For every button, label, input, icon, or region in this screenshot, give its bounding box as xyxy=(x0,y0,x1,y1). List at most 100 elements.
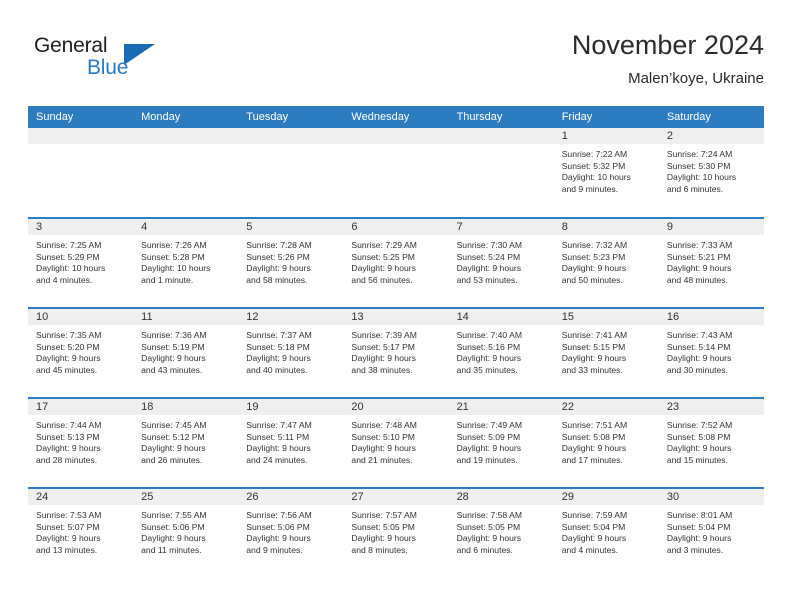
calendar-day-cell[interactable]: 27 Sunrise: 7:57 AM Sunset: 5:05 PM Dayligh… xyxy=(343,487,449,578)
calendar-day-cell[interactable]: 4 Sunrise: 7:26 AM Sunset: 5:28 PM Daylight… xyxy=(133,217,239,308)
day-number: 29 xyxy=(553,489,659,505)
day-sunset-line: Sunset: 5:18 PM xyxy=(246,341,310,352)
day-number: 21 xyxy=(448,399,554,415)
calendar-day-cell[interactable]: 7 Sunrise: 7:30 AM Sunset: 5:24 PM Daylight… xyxy=(448,217,554,308)
calendar-day-cell[interactable]: 26 Sunrise: 7:56 AM Sunset: 5:06 PM Dayligh… xyxy=(238,487,344,578)
calendar-day-cell[interactable]: 2 Sunrise: 7:24 AM Sunset: 5:30 PM Daylight… xyxy=(658,128,764,218)
calendar-day-cell[interactable]: 20 Sunrise: 7:48 AM Sunset: 5:10 PM Dayligh… xyxy=(343,397,449,488)
day-sunrise-line: Sunrise: 7:26 AM xyxy=(141,240,207,250)
day-sunrise-line: Sunrise: 7:44 AM xyxy=(36,420,102,430)
day-number xyxy=(448,128,554,144)
calendar-day-cell[interactable]: 6 Sunrise: 7:29 AM Sunset: 5:25 PM Daylight… xyxy=(343,217,449,308)
day-daylight-line: and 35 minutes. xyxy=(456,364,518,375)
day-details: Sunrise: 7:41 AM Sunset: 5:15 PM Daylight:… xyxy=(554,325,659,376)
calendar-day-cell[interactable]: 12 Sunrise: 7:37 AM Sunset: 5:18 PM Dayligh… xyxy=(238,307,344,398)
day-daylight-line: and 30 minutes. xyxy=(666,364,728,375)
day-number xyxy=(343,128,449,144)
calendar-day-cell[interactable]: 19 Sunrise: 7:47 AM Sunset: 5:11 PM Dayligh… xyxy=(238,397,344,488)
day-sunset-line: Sunset: 5:06 PM xyxy=(141,521,205,532)
day-daylight-line: Daylight: 9 hours xyxy=(141,533,206,544)
day-number: 23 xyxy=(658,399,764,415)
day-daylight-line: Daylight: 9 hours xyxy=(456,353,522,364)
day-number: 17 xyxy=(28,399,134,415)
day-daylight-line: and 43 minutes. xyxy=(141,364,203,375)
day-sunrise-line: Sunrise: 7:33 AM xyxy=(666,240,733,250)
calendar-day-cell[interactable]: 1 Sunrise: 7:22 AM Sunset: 5:32 PM Daylight… xyxy=(553,128,659,218)
day-sunrise-line: Sunrise: 7:35 AM xyxy=(36,330,102,340)
day-daylight-line: and 9 minutes. xyxy=(561,183,619,194)
day-sunrise-line: Sunrise: 7:43 AM xyxy=(666,330,733,340)
calendar-day-cell[interactable]: 5 Sunrise: 7:28 AM Sunset: 5:26 PM Daylight… xyxy=(238,217,344,308)
day-sunset-line: Sunset: 5:26 PM xyxy=(246,251,310,262)
calendar-day-cell[interactable]: 15 Sunrise: 7:41 AM Sunset: 5:15 PM Dayligh… xyxy=(553,307,659,398)
day-number: 9 xyxy=(658,219,764,235)
day-daylight-line: and 21 minutes. xyxy=(351,454,413,465)
day-details: Sunrise: 7:45 AM Sunset: 5:12 PM Daylight:… xyxy=(133,415,238,466)
day-sunset-line: Sunset: 5:05 PM xyxy=(456,521,521,532)
day-details: Sunrise: 7:29 AM Sunset: 5:25 PM Daylight:… xyxy=(343,235,448,286)
day-details: Sunrise: 8:01 AM Sunset: 5:04 PM Daylight:… xyxy=(659,505,764,556)
calendar-day-cell[interactable]: 29 Sunrise: 7:59 AM Sunset: 5:04 PM Dayligh… xyxy=(553,487,659,578)
day-sunrise-line: Sunrise: 7:28 AM xyxy=(246,240,312,250)
general-blue-logo[interactable]: General Blue xyxy=(28,34,218,90)
day-sunset-line: Sunset: 5:12 PM xyxy=(141,431,205,442)
day-daylight-line: Daylight: 9 hours xyxy=(246,353,311,364)
calendar-header-row: Sunday Monday Tuesday Wednesday Thursday Frid… xyxy=(28,106,764,128)
day-sunset-line: Sunset: 5:08 PM xyxy=(561,431,626,442)
calendar-day-cell[interactable]: 10 Sunrise: 7:35 AM Sunset: 5:20 PM Dayligh… xyxy=(28,307,134,398)
calendar-day-cell[interactable]: 17 Sunrise: 7:44 AM Sunset: 5:13 PM Dayligh… xyxy=(28,397,134,488)
calendar-day-cell[interactable]: 16 Sunrise: 7:43 AM Sunset: 5:14 PM Dayligh… xyxy=(658,307,764,398)
calendar-day-cell[interactable]: 11 Sunrise: 7:36 AM Sunset: 5:19 PM Dayligh… xyxy=(133,307,239,398)
day-number: 12 xyxy=(238,309,344,325)
day-daylight-line: Daylight: 9 hours xyxy=(666,263,732,274)
day-details: Sunrise: 7:44 AM Sunset: 5:13 PM Daylight:… xyxy=(28,415,133,466)
calendar-day-cell[interactable]: 23 Sunrise: 7:52 AM Sunset: 5:08 PM Dayligh… xyxy=(658,397,764,488)
day-daylight-line: Daylight: 9 hours xyxy=(561,533,627,544)
day-number: 7 xyxy=(448,219,554,235)
day-daylight-line: and 8 minutes. xyxy=(351,544,408,555)
day-daylight-line: Daylight: 9 hours xyxy=(36,533,101,544)
day-daylight-line: Daylight: 9 hours xyxy=(456,443,522,454)
calendar-day-cell[interactable]: 9 Sunrise: 7:33 AM Sunset: 5:21 PM Daylight… xyxy=(658,217,764,308)
calendar-week-row: 17 Sunrise: 7:44 AM Sunset: 5:13 PM Dayligh… xyxy=(28,397,764,488)
calendar-week-row: 10 Sunrise: 7:35 AM Sunset: 5:20 PM Dayligh… xyxy=(28,307,764,398)
calendar-day-cell-empty xyxy=(343,128,449,218)
day-daylight-line: and 11 minutes. xyxy=(141,544,202,555)
day-sunrise-line: Sunrise: 7:45 AM xyxy=(141,420,207,430)
calendar-day-cell[interactable]: 14 Sunrise: 7:40 AM Sunset: 5:16 PM Dayligh… xyxy=(448,307,554,398)
calendar-day-cell[interactable]: 3 Sunrise: 7:25 AM Sunset: 5:29 PM Daylight… xyxy=(28,217,134,308)
calendar-day-cell[interactable]: 22 Sunrise: 7:51 AM Sunset: 5:08 PM Dayligh… xyxy=(553,397,659,488)
title-block: November 2024 Malen’koye, Ukraine xyxy=(572,28,764,90)
day-details: Sunrise: 7:47 AM Sunset: 5:11 PM Daylight:… xyxy=(238,415,343,466)
calendar-day-cell[interactable]: 30 Sunrise: 8:01 AM Sunset: 5:04 PM Dayligh… xyxy=(658,487,764,578)
weekday-header-thursday: Thursday xyxy=(448,106,554,128)
day-daylight-line: and 53 minutes. xyxy=(456,274,518,285)
day-number: 4 xyxy=(133,219,239,235)
calendar-day-cell[interactable]: 24 Sunrise: 7:53 AM Sunset: 5:07 PM Dayligh… xyxy=(28,487,134,578)
calendar-day-cell[interactable]: 13 Sunrise: 7:39 AM Sunset: 5:17 PM Dayligh… xyxy=(343,307,449,398)
day-sunset-line: Sunset: 5:25 PM xyxy=(351,251,415,262)
day-daylight-line: and 19 minutes. xyxy=(456,454,518,465)
day-number: 20 xyxy=(343,399,449,415)
day-details: Sunrise: 7:37 AM Sunset: 5:18 PM Daylight:… xyxy=(238,325,343,376)
day-number: 19 xyxy=(238,399,344,415)
day-details: Sunrise: 7:55 AM Sunset: 5:06 PM Daylight:… xyxy=(133,505,238,556)
day-details: Sunrise: 7:56 AM Sunset: 5:06 PM Daylight:… xyxy=(238,505,343,556)
calendar-day-cell[interactable]: 18 Sunrise: 7:45 AM Sunset: 5:12 PM Dayligh… xyxy=(133,397,239,488)
day-sunset-line: Sunset: 5:30 PM xyxy=(666,160,731,171)
day-sunset-line: Sunset: 5:06 PM xyxy=(246,521,310,532)
calendar-day-cell[interactable]: 28 Sunrise: 7:58 AM Sunset: 5:05 PM Dayligh… xyxy=(448,487,554,578)
day-daylight-line: and 15 minutes. xyxy=(666,454,728,465)
day-daylight-line: Daylight: 10 hours xyxy=(141,263,211,274)
calendar-week-row: 24 Sunrise: 7:53 AM Sunset: 5:07 PM Dayligh… xyxy=(28,487,764,578)
logo-text-general: General xyxy=(34,34,108,57)
day-daylight-line: Daylight: 9 hours xyxy=(36,443,101,454)
calendar-day-cell[interactable]: 25 Sunrise: 7:55 AM Sunset: 5:06 PM Dayligh… xyxy=(133,487,239,578)
day-daylight-line: Daylight: 9 hours xyxy=(351,443,416,454)
calendar-day-cell[interactable]: 8 Sunrise: 7:32 AM Sunset: 5:23 PM Daylight… xyxy=(553,217,659,308)
day-sunrise-line: Sunrise: 7:56 AM xyxy=(246,510,312,520)
day-sunset-line: Sunset: 5:09 PM xyxy=(456,431,521,442)
calendar-day-cell[interactable]: 21 Sunrise: 7:49 AM Sunset: 5:09 PM Dayligh… xyxy=(448,397,554,488)
day-daylight-line: and 48 minutes. xyxy=(666,274,728,285)
day-details: Sunrise: 7:25 AM Sunset: 5:29 PM Daylight:… xyxy=(28,235,133,286)
